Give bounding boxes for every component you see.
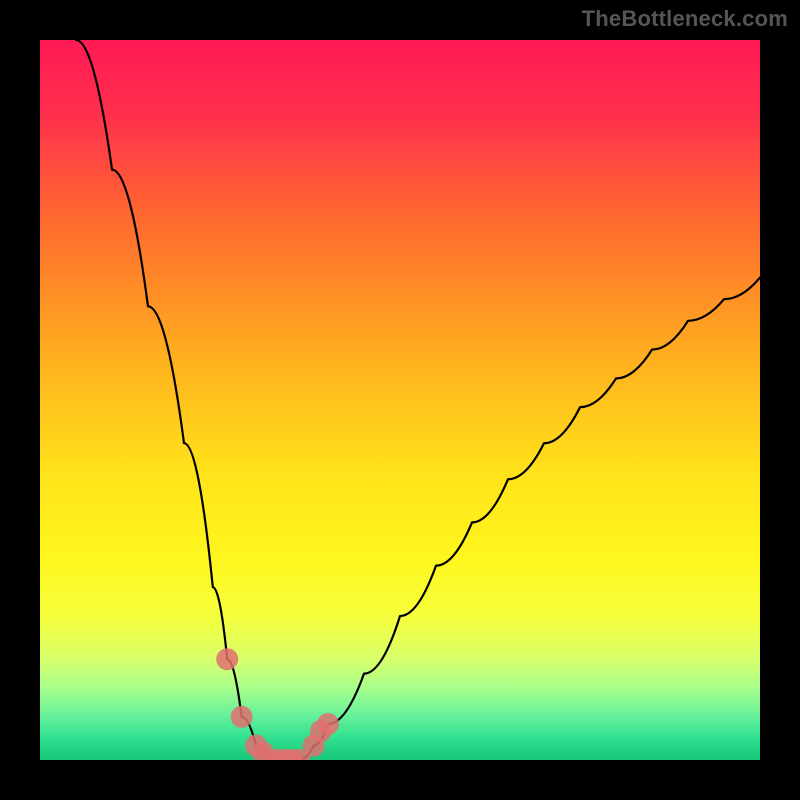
watermark-text: TheBottleneck.com: [582, 6, 788, 32]
highlight-dot: [216, 648, 238, 670]
highlight-markers: [216, 648, 339, 760]
highlight-dot: [231, 706, 253, 728]
curve-layer: [40, 40, 760, 760]
plot-area: [40, 40, 760, 760]
bottleneck-curve: [76, 40, 760, 760]
chart-frame: TheBottleneck.com: [0, 0, 800, 800]
highlight-dot: [317, 713, 339, 735]
